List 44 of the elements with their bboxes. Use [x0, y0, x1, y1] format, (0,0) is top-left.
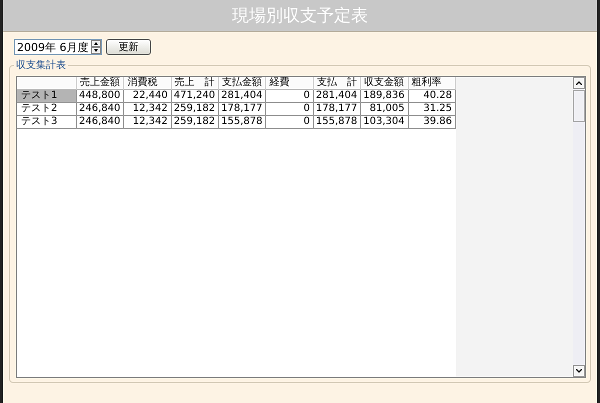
- table-cell: 12,342: [124, 116, 172, 129]
- column-header[interactable]: 支払 計: [314, 77, 362, 90]
- table-cell: 155,878: [219, 116, 266, 129]
- column-header[interactable]: 売上金額: [76, 77, 124, 90]
- table-cell: 0: [266, 116, 314, 129]
- spinner-arrows-icon[interactable]: [91, 40, 101, 54]
- row-header[interactable]: テスト3: [17, 116, 77, 129]
- table-cell: 40.28: [408, 90, 456, 103]
- column-header[interactable]: 支払金額: [219, 77, 266, 90]
- table-cell: 0: [266, 103, 314, 116]
- table-cell: 259,182: [172, 103, 220, 116]
- table-cell: 22,440: [124, 90, 172, 103]
- chevron-down-icon: [576, 369, 582, 373]
- table-cell: 155,878: [314, 116, 362, 129]
- table-cell: 281,404: [219, 90, 266, 103]
- column-header[interactable]: 売上 計: [172, 77, 220, 90]
- table-cell: 0: [266, 90, 314, 103]
- table-cell: 81,005: [361, 103, 409, 116]
- table-cell: 259,182: [172, 116, 220, 129]
- table-cell: 178,177: [219, 103, 266, 116]
- table-cell: 39.86: [408, 116, 456, 129]
- period-spinner[interactable]: 2009年 6月度: [14, 39, 102, 55]
- table-cell: 189,836: [361, 90, 409, 103]
- row-header[interactable]: テスト2: [17, 103, 77, 116]
- table-cell: 246,840: [76, 103, 124, 116]
- column-header[interactable]: 消費税: [124, 77, 172, 90]
- group-label: 収支集計表: [14, 58, 68, 72]
- row-header[interactable]: テスト1: [17, 90, 77, 103]
- column-header[interactable]: 収支金額: [361, 77, 409, 90]
- scroll-thumb[interactable]: [573, 90, 585, 122]
- scroll-down-button[interactable]: [573, 365, 585, 377]
- update-button[interactable]: 更新: [106, 39, 151, 55]
- table-cell: 103,304: [361, 116, 409, 129]
- table-cell: 31.25: [408, 103, 456, 116]
- column-header[interactable]: 経費: [266, 77, 314, 90]
- table-cell: 246,840: [76, 116, 124, 129]
- table-cell: 178,177: [314, 103, 362, 116]
- table-cell: 12,342: [124, 103, 172, 116]
- table-cell: 471,240: [172, 90, 220, 103]
- table-cell: 281,404: [314, 90, 362, 103]
- chevron-up-icon: [576, 81, 582, 85]
- scroll-up-button[interactable]: [573, 77, 585, 89]
- vertical-scrollbar[interactable]: [573, 77, 585, 377]
- table-cell: 448,800: [76, 90, 124, 103]
